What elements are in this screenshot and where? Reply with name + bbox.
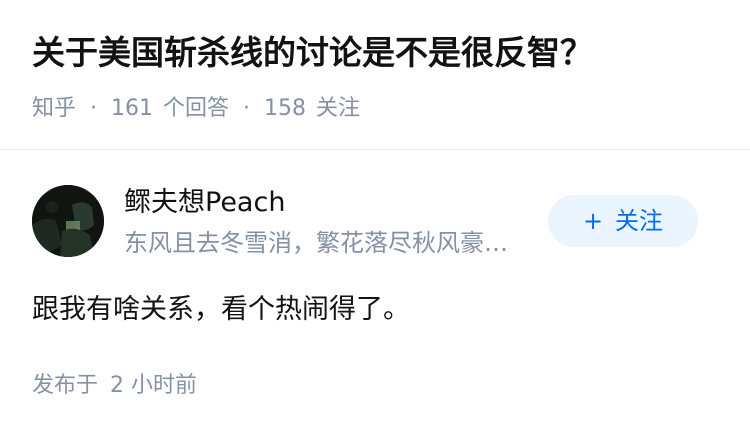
author-bio: 东风且去冬雪消，繁花落尽秋风豪… [124, 229, 508, 257]
follower-count-link[interactable]: 158 关注 [264, 96, 360, 121]
answer-count-link[interactable]: 161 个回答 [111, 96, 229, 121]
follower-count: 158 [264, 96, 307, 121]
meta-separator: · [90, 96, 98, 121]
answer-time[interactable]: 发布于 2 小时前 [32, 371, 197, 401]
follower-count-label: 关注 [316, 96, 361, 121]
avatar-image [32, 185, 104, 257]
question-header: 关于美国斩杀线的讨论是不是很反智？ 知乎 · 161 个回答 · 158 关注 [0, 0, 750, 150]
zhihu-answer-page: 关于美国斩杀线的讨论是不是很反智？ 知乎 · 161 个回答 · 158 关注 鳏夫想Pea… [0, 0, 750, 438]
question-meta: 知乎 · 161 个回答 · 158 关注 [32, 94, 360, 124]
avatar[interactable] [32, 185, 104, 257]
source-label[interactable]: 知乎 [32, 96, 76, 121]
answer-content: 跟我有啥关系，看个热闹得了。 [32, 294, 410, 325]
answer-count-label: 个回答 [163, 96, 230, 121]
answer-count: 161 [111, 96, 154, 121]
follow-button[interactable]: + 关注 [548, 195, 698, 247]
meta-separator: · [243, 96, 251, 121]
published-label: 发布于 [32, 373, 99, 398]
author-name[interactable]: 鳏夫想Peach [124, 185, 285, 221]
question-title[interactable]: 关于美国斩杀线的讨论是不是很反智？ [32, 30, 593, 76]
plus-icon: + [582, 207, 604, 235]
published-time: 2 小时前 [110, 373, 198, 398]
follow-button-label: 关注 [615, 207, 664, 235]
answer-card: 鳏夫想Peach 东风且去冬雪消，繁花落尽秋风豪… + 关注 跟我有啥关系，看个热… [0, 151, 750, 438]
